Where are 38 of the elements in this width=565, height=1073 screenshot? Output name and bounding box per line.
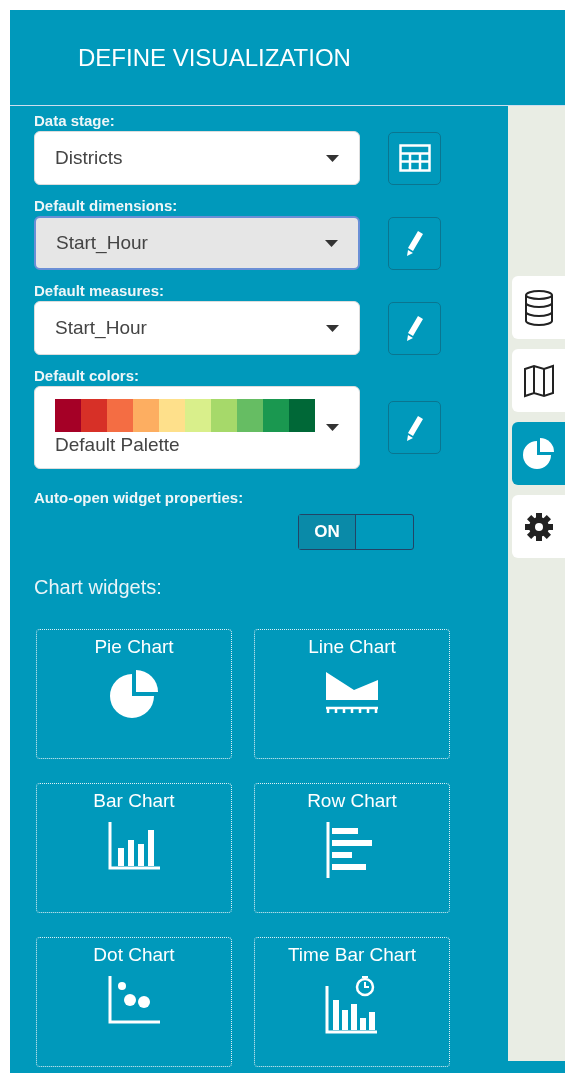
settings-icon (523, 511, 554, 542)
edit-button[interactable] (388, 401, 441, 454)
caret-icon (326, 154, 339, 162)
table-button[interactable] (388, 131, 441, 185)
dropdown-value: Start_Hour (55, 317, 147, 339)
dropdown[interactable]: Districts (34, 131, 360, 185)
database-icon (523, 289, 554, 326)
field-label: Default dimensions: (34, 197, 179, 214)
side-tool-button[interactable] (512, 495, 565, 558)
dot-chart-icon (108, 976, 160, 1024)
caret-icon (326, 424, 339, 431)
toggle-switch[interactable]: ON (298, 514, 414, 550)
time-bar-chart-icon (325, 976, 379, 1034)
dropdown[interactable]: Default Palette (34, 386, 360, 469)
panel-title: DEFINE VISUALIZATION (78, 43, 351, 72)
field-label: Data stage: (34, 112, 116, 129)
pie-chart-icon (521, 436, 556, 471)
dropdown-value: Default Palette (55, 434, 181, 456)
table-icon (398, 144, 431, 172)
pencil-icon (405, 414, 424, 441)
side-tool-button[interactable] (512, 276, 565, 339)
dropdown[interactable]: Start_Hour (34, 301, 360, 355)
caret-icon (325, 239, 338, 247)
field-label: Default colors: (34, 367, 140, 384)
dropdown[interactable]: Start_Hour (34, 216, 360, 270)
pencil-icon (405, 315, 424, 341)
map-icon (522, 363, 555, 398)
section-heading: Chart widgets: (34, 576, 163, 599)
caret-icon (326, 324, 339, 332)
bar-chart-icon (108, 822, 160, 870)
edit-button[interactable] (388, 216, 441, 270)
field-label: Default measures: (34, 282, 166, 299)
dropdown-value: Districts (55, 147, 123, 169)
field-label: Auto-open widget properties: (34, 489, 245, 506)
edit-button[interactable] (388, 301, 441, 355)
pencil-icon (405, 230, 424, 256)
dropdown-value: Start_Hour (56, 232, 148, 254)
side-tool-button[interactable] (512, 349, 565, 412)
